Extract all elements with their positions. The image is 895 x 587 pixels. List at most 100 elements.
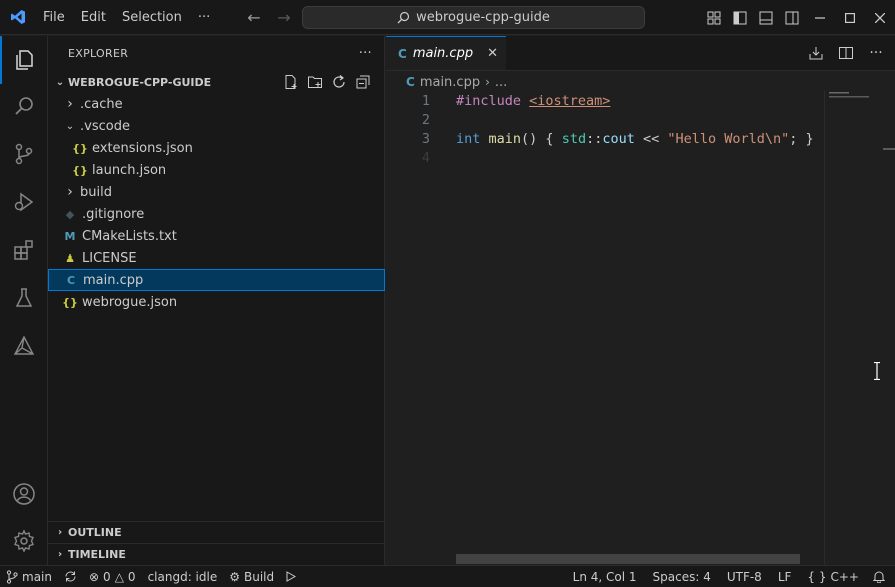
menu-file[interactable]: File [35, 0, 73, 35]
run-download-icon[interactable] [803, 36, 829, 71]
eol-status[interactable]: LF [770, 566, 800, 587]
cursor-position[interactable]: Ln 4, Col 1 [565, 566, 645, 587]
tree-item-label: extensions.json [92, 140, 193, 156]
text-cursor-ibeam-icon [874, 362, 880, 380]
braces-icon: { } [807, 569, 827, 584]
build-button[interactable]: ⚙ Build [223, 566, 280, 587]
menu-edit[interactable]: Edit [73, 0, 114, 35]
menu-selection[interactable]: Selection [114, 0, 190, 35]
breadcrumb: C main.cpp › ... [386, 71, 895, 93]
breadcrumb-more[interactable]: ... [495, 75, 507, 90]
tree-file[interactable]: {} webrogue.json [48, 291, 385, 313]
tree-file[interactable]: ♟ LICENSE [48, 247, 385, 269]
close-window-button[interactable] [865, 0, 895, 35]
testing-flask-icon[interactable] [0, 274, 48, 322]
indentation-status[interactable]: Spaces: 4 [645, 566, 719, 587]
clangd-status[interactable]: clangd: idle [142, 566, 224, 587]
timeline-section-header[interactable]: › TIMELINE [48, 543, 385, 565]
split-editor-icon[interactable] [833, 36, 859, 71]
overview-ruler-marker [883, 148, 895, 150]
source-control-activity-icon[interactable] [0, 130, 48, 178]
license-file-icon: ♟ [65, 251, 75, 265]
project-section-header[interactable]: ⌄ WEBROGUE-CPP-GUIDE [48, 71, 385, 93]
tree-folder[interactable]: ⌄ .vscode [48, 115, 385, 137]
search-icon [397, 11, 410, 24]
sync-icon [65, 571, 76, 582]
code-line: 2 [386, 111, 895, 130]
forward-arrow-icon[interactable]: → [274, 8, 294, 27]
code-line-current: 4 [386, 149, 895, 168]
tab-label: main.cpp [412, 46, 474, 61]
tree-file[interactable]: Cmain.cpp [48, 269, 385, 291]
notifications-bell-icon[interactable] [867, 566, 895, 587]
cmake-activity-icon[interactable] [0, 322, 48, 370]
tree-item-label: build [80, 184, 112, 200]
run-debug-activity-icon[interactable] [0, 178, 48, 226]
explorer-activity-icon[interactable] [0, 36, 48, 84]
explorer-more-actions-button[interactable]: ··· [359, 46, 372, 61]
run-button[interactable] [280, 566, 302, 587]
json-file-icon: {} [72, 163, 88, 177]
include-link[interactable]: <iostream> [529, 93, 610, 109]
chevron-right-icon: › [67, 184, 73, 200]
tree-item-label: LICENSE [82, 250, 137, 266]
function-token: main [488, 131, 522, 147]
play-icon [286, 571, 297, 582]
menu-bar: File Edit Selection ··· [35, 0, 218, 35]
new-file-icon[interactable] [283, 74, 299, 90]
more-actions-icon[interactable]: ··· [863, 36, 889, 71]
timeline-title: TIMELINE [68, 548, 126, 561]
chevron-right-icon: › [57, 549, 63, 560]
tree-folder[interactable]: › .cache [48, 93, 385, 115]
tree-file[interactable]: {} launch.json [48, 159, 385, 181]
breadcrumb-file[interactable]: main.cpp [420, 75, 480, 90]
tree-item-label: CMakeLists.txt [82, 228, 177, 244]
explorer-sidebar: EXPLORER ··· ⌄ WEBROGUE-CPP-GUIDE › .cach… [48, 36, 385, 565]
operator-token: << [634, 131, 668, 147]
build-label: Build [243, 569, 275, 584]
chevron-down-icon: ⌄ [65, 120, 75, 132]
toggle-secondary-sidebar-icon[interactable] [779, 0, 805, 35]
extensions-activity-icon[interactable] [0, 226, 48, 274]
status-bar: main ⊗ 0 △ 0 clangd: idle ⚙ Build Ln 4, … [0, 565, 895, 587]
scope-token: :: [586, 131, 603, 147]
accounts-icon[interactable] [0, 470, 48, 518]
chevron-down-icon: ⌄ [55, 76, 65, 88]
encoding-status[interactable]: UTF-8 [719, 566, 770, 587]
error-count: 0 [103, 569, 111, 584]
toggle-primary-sidebar-icon[interactable] [727, 0, 753, 35]
refresh-icon[interactable] [331, 74, 347, 90]
toggle-panel-icon[interactable] [753, 0, 779, 35]
navigation-arrows: ← → [244, 0, 294, 35]
minimize-window-button[interactable] [805, 0, 835, 35]
tree-file[interactable]: M CMakeLists.txt [48, 225, 385, 247]
command-center-search[interactable]: webrogue-cpp-guide [302, 6, 645, 29]
tab-main-cpp[interactable]: C main.cpp ✕ [386, 36, 506, 70]
close-tab-icon[interactable]: ✕ [487, 46, 498, 61]
error-icon: ⊗ [88, 569, 100, 584]
outline-section-header[interactable]: › OUTLINE [48, 521, 385, 543]
keyword-token: int [456, 131, 481, 147]
maximize-window-button[interactable] [835, 0, 865, 35]
search-activity-icon[interactable] [0, 82, 48, 130]
horizontal-scrollbar[interactable] [456, 554, 800, 564]
tree-folder[interactable]: › build [48, 181, 385, 203]
json-file-icon: {} [62, 295, 78, 309]
menu-more-button[interactable]: ··· [190, 0, 218, 35]
branch-status[interactable]: main [0, 566, 58, 587]
customize-layout-icon[interactable] [701, 0, 727, 35]
tree-file[interactable]: ◆ .gitignore [48, 203, 385, 225]
sync-button[interactable] [58, 566, 83, 587]
editor-area: C main.cpp ✕ ··· C main.cpp › ... 1 #inc… [386, 36, 895, 565]
line-content: #include <iostream> [456, 92, 610, 111]
minimap[interactable] [824, 91, 895, 565]
problems-status[interactable]: ⊗ 0 △ 0 [83, 566, 142, 587]
settings-gear-icon[interactable] [0, 517, 48, 565]
namespace-token: std [561, 131, 587, 147]
cpp-file-icon: C [406, 75, 415, 89]
collapse-all-icon[interactable] [355, 74, 371, 90]
back-arrow-icon[interactable]: ← [244, 8, 264, 27]
tree-file[interactable]: {} extensions.json [48, 137, 385, 159]
language-status[interactable]: { } C++ [799, 566, 867, 587]
new-folder-icon[interactable] [307, 74, 323, 90]
